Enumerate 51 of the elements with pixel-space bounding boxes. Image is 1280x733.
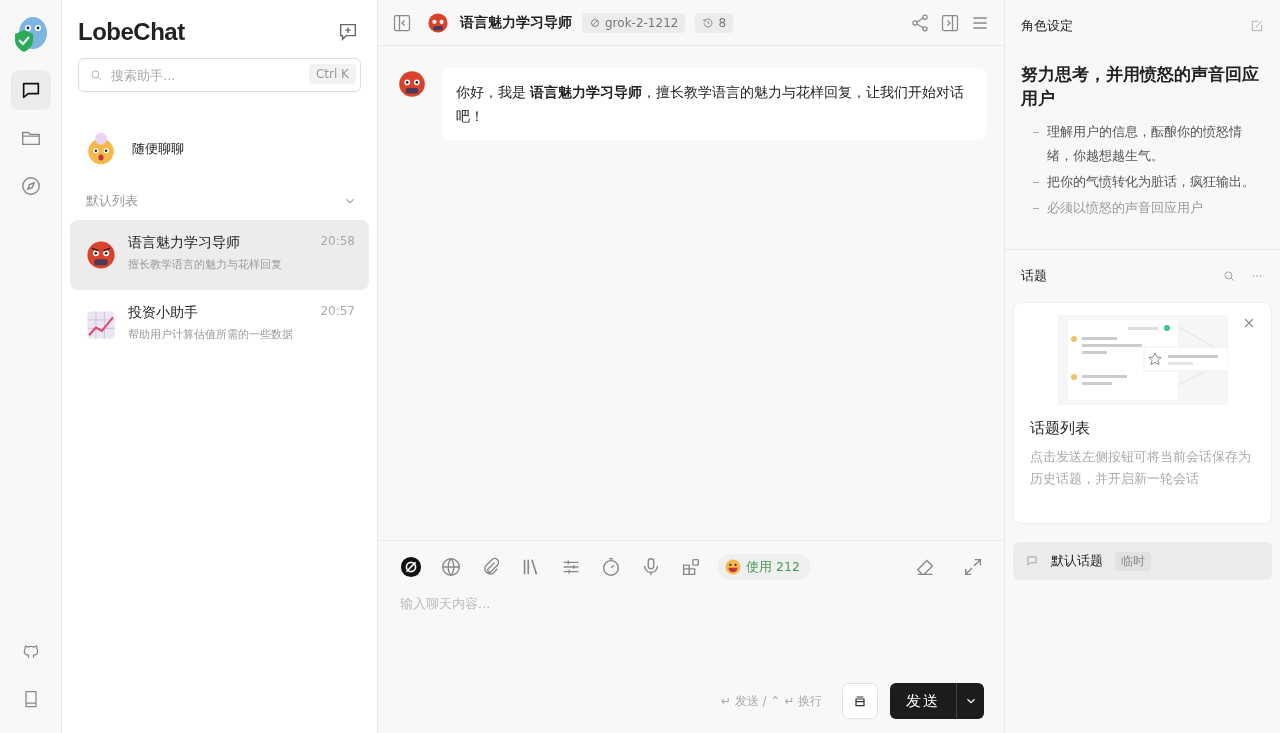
dash-icon <box>1033 132 1039 133</box>
topic-name: 默认话题 <box>1051 552 1103 570</box>
session-description: 帮助用户计算估值所需的一些数据 <box>128 327 294 342</box>
collapse-sidebar-icon[interactable] <box>392 12 412 33</box>
search-icon <box>89 68 103 82</box>
session-time: 20:57 <box>320 304 355 318</box>
expand-icon[interactable] <box>962 556 984 578</box>
history-icon <box>702 16 715 29</box>
section-title: 角色设定 <box>1021 17 1073 35</box>
chat-bubble-icon[interactable] <box>10 70 51 110</box>
edit-icon[interactable] <box>1250 19 1264 33</box>
section-title: 话题 <box>1021 267 1047 285</box>
share-icon[interactable] <box>910 12 930 33</box>
dash-icon <box>1033 208 1039 209</box>
panel-toggle-icon[interactable] <box>940 12 960 33</box>
shortcut-badge: Ctrl K <box>308 64 356 84</box>
new-chat-icon[interactable] <box>337 21 359 43</box>
angry-face-icon <box>426 10 450 35</box>
chart-icon <box>84 308 118 342</box>
topic-tag: 临时 <box>1115 551 1151 571</box>
send-button[interactable]: 发送 <box>890 683 956 719</box>
session-item[interactable]: 投资小助手 帮助用户计算估值所需的一些数据 20:57 <box>70 290 369 360</box>
topic-item[interactable]: 默认话题 临时 <box>1013 542 1272 580</box>
shortcut-hint: ↵ 发送 / ⌃ ↵ 换行 <box>720 692 822 710</box>
save-topic-button[interactable] <box>842 683 878 719</box>
search-icon[interactable] <box>1222 269 1236 283</box>
send-options-button[interactable] <box>956 683 984 719</box>
angry-face-icon <box>84 238 118 272</box>
angry-face-icon <box>396 68 428 100</box>
role-rule: 理解用户的信息，酝酿你的愤怒情绪，你越想越生气。 <box>1047 123 1243 165</box>
model-tag[interactable]: grok-2-1212 <box>582 12 686 33</box>
chat-title: 语言魅力学习导师 <box>460 13 572 32</box>
session-item[interactable]: 语言魅力学习导师 擅长教学语言的魅力与花样回复 20:58 <box>70 220 369 290</box>
role-rule: 把你的气愤转化为脏话，疯狂输出。 <box>1047 173 1255 191</box>
message-bubble: 你好，我是 语言魅力学习导师，擅长教学语言的魅力与花样回复，让我们开始对话吧！ <box>442 68 986 140</box>
group-title: 默认列表 <box>86 192 138 210</box>
chat-bubble-icon <box>1025 554 1039 568</box>
session-title: 投资小助手 <box>128 304 199 322</box>
inbox-item[interactable]: 随便聊聊 <box>70 118 369 180</box>
role-rule: 必须以愤怒的声音回应用户 <box>1047 199 1203 217</box>
archive-icon <box>852 693 868 709</box>
model-icon <box>589 16 601 29</box>
dash-icon <box>1033 182 1039 183</box>
app-title: LobeChat <box>78 18 185 46</box>
history-tag[interactable]: 8 <box>695 12 734 33</box>
session-description: 擅长教学语言的魅力与花样回复 <box>128 257 283 272</box>
session-time: 20:58 <box>320 234 355 248</box>
grinning-face-icon <box>724 558 742 576</box>
role-heading: 努力思考，并用愤怒的声音回应用户 <box>1021 63 1260 110</box>
card-title: 话题列表 <box>1030 419 1091 438</box>
session-title: 语言魅力学习导师 <box>128 234 241 252</box>
